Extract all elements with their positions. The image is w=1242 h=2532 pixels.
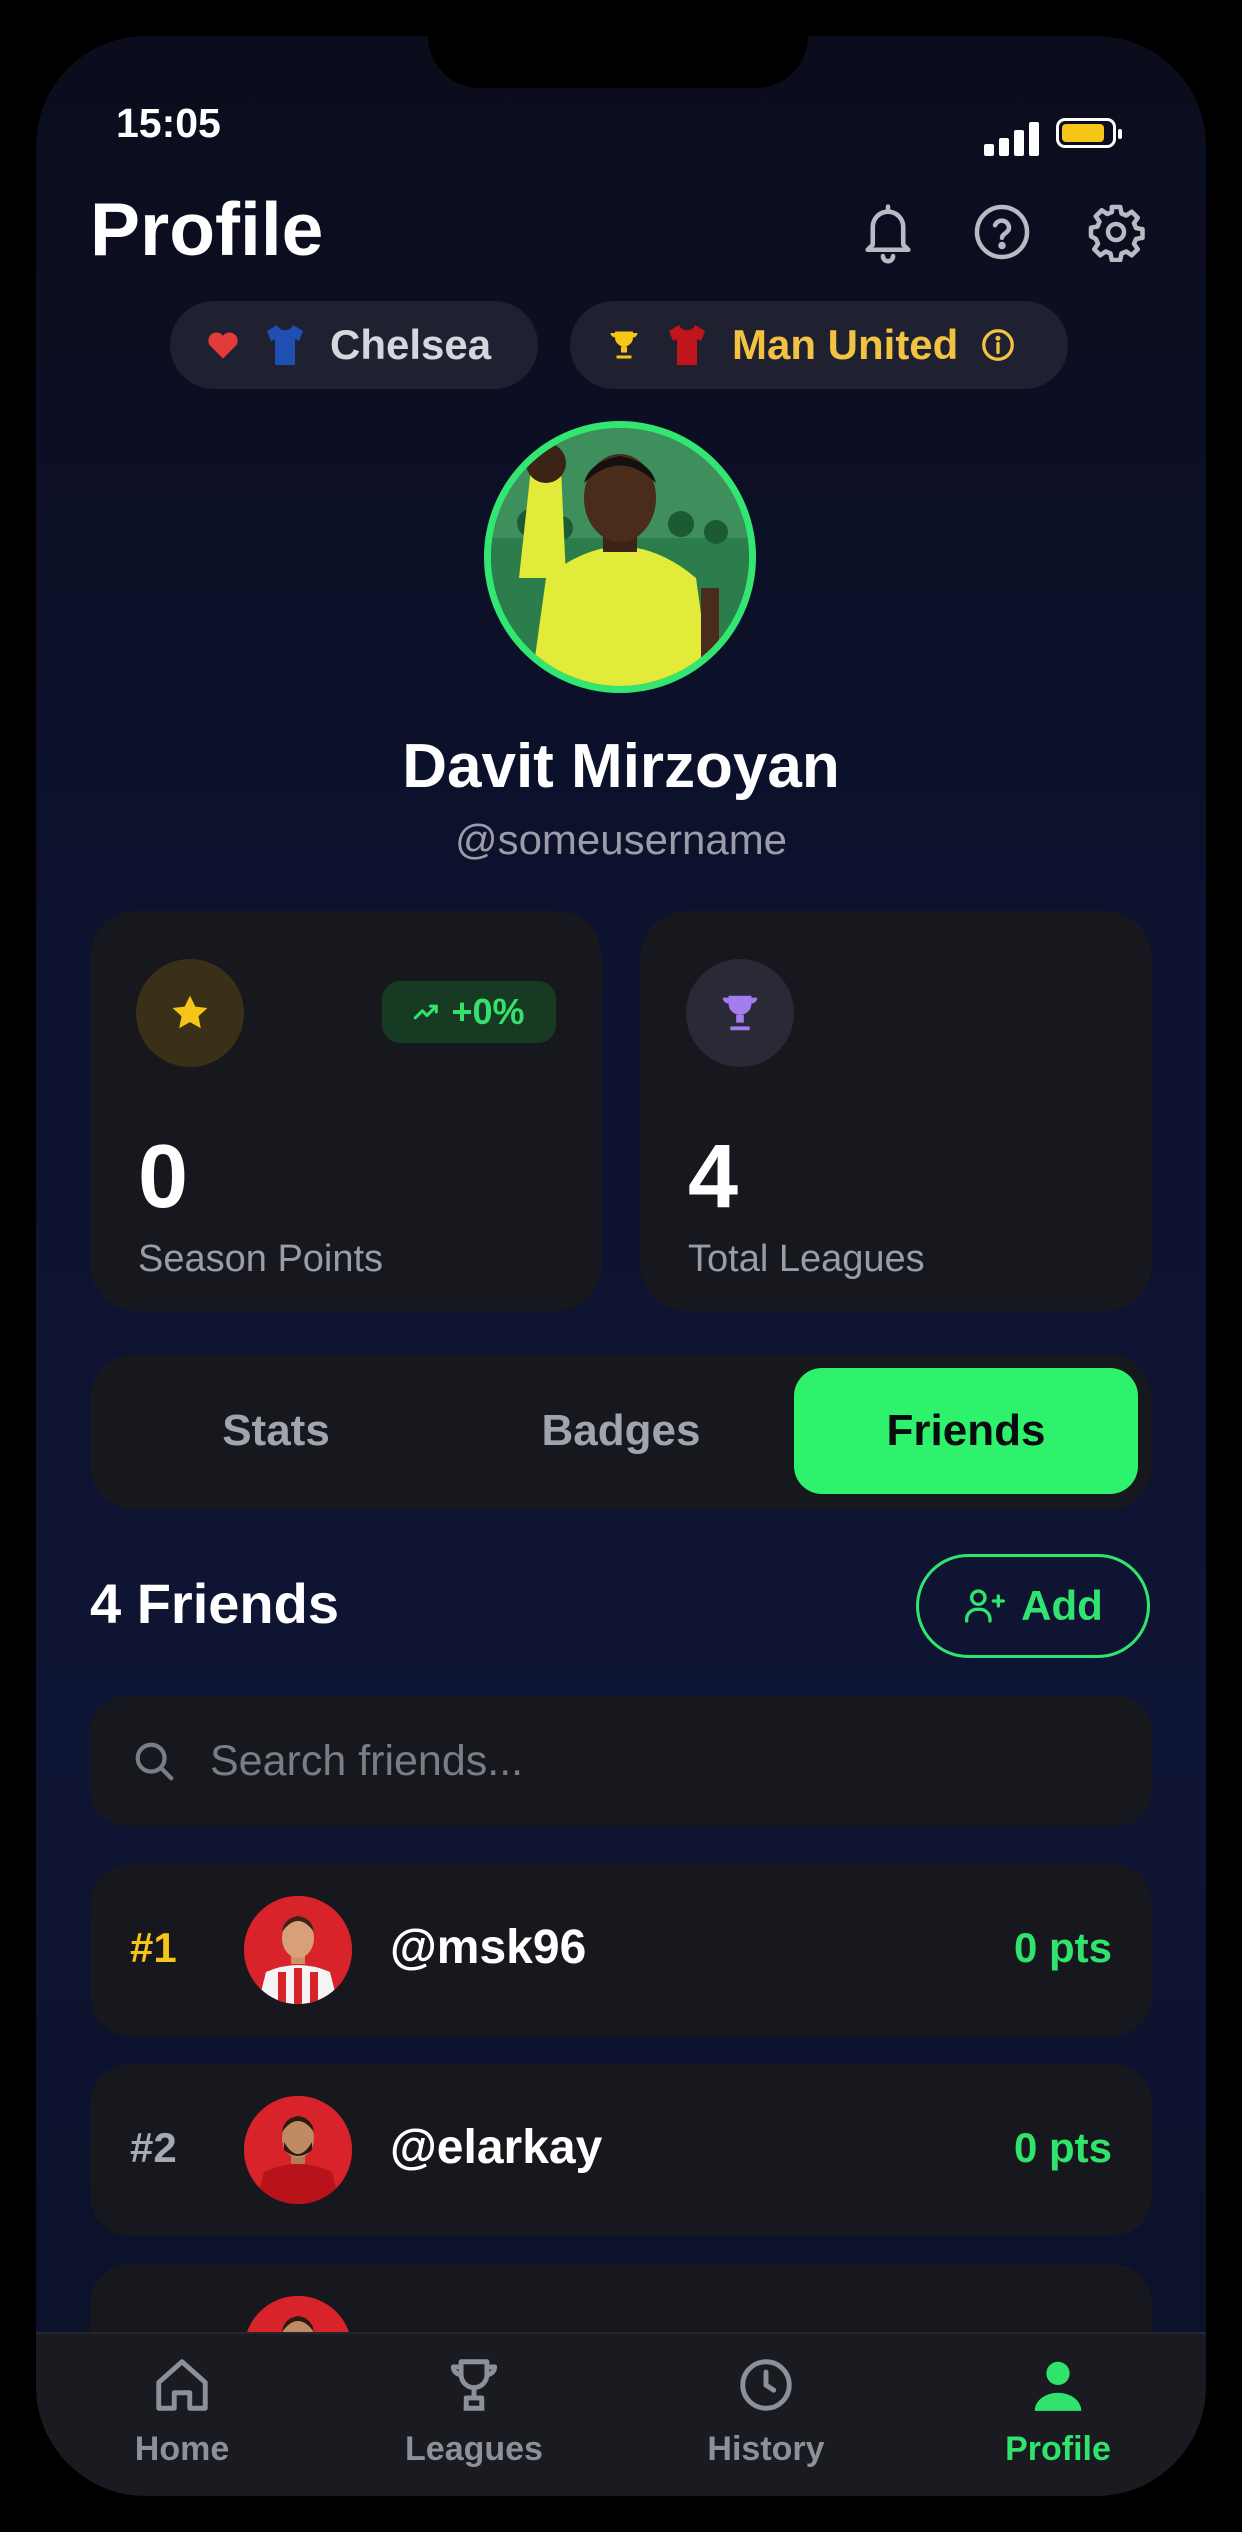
friend-avatar: [244, 1896, 352, 2004]
trend-value: +0%: [451, 991, 525, 1032]
jersey-icon: [260, 321, 310, 369]
profile-username: @someusername: [454, 816, 788, 863]
friend-rank: #2: [130, 2124, 177, 2171]
phone-screen: 15:05 Profile Chelsea Man United Davit M…: [36, 36, 1206, 2496]
info-icon[interactable]: [980, 327, 1016, 363]
help-icon[interactable]: [968, 198, 1036, 266]
trend-up-icon: [413, 1002, 441, 1022]
total-leagues-value: 4: [688, 1127, 739, 1227]
friend-row[interactable]: #2 @elarkay 0 pts: [90, 2064, 1152, 2236]
friend-rank: #1: [130, 1924, 177, 1971]
nav-leagues[interactable]: Leagues: [374, 2354, 574, 2469]
bell-icon[interactable]: [854, 198, 922, 266]
nav-history[interactable]: History: [666, 2354, 866, 2469]
tab-stats[interactable]: Stats: [104, 1368, 448, 1494]
user-icon: [1027, 2354, 1089, 2416]
tab-badges[interactable]: Badges: [449, 1368, 793, 1494]
bottom-navigation: Home Leagues History Profile: [36, 2332, 1206, 2496]
friend-points: 0 pts: [1013, 1924, 1112, 1971]
trophy-icon: [443, 2354, 505, 2416]
friend-handle: @msk96: [390, 1921, 587, 1974]
nav-label: Profile: [1005, 2430, 1111, 2468]
friend-points: 0 pts: [1013, 2124, 1112, 2171]
add-user-icon: [963, 1586, 1007, 1626]
total-leagues-card: 4 Total Leagues: [640, 911, 1152, 1311]
favorite-club-name: Chelsea: [330, 321, 492, 368]
nav-label: History: [707, 2430, 825, 2468]
trophy-icon: [606, 327, 642, 363]
favorite-club-pill[interactable]: Chelsea: [170, 301, 538, 389]
tab-friends[interactable]: Friends: [794, 1368, 1138, 1494]
nav-label: Home: [134, 2430, 230, 2468]
nav-label: Leagues: [405, 2430, 543, 2468]
page-title: Profile: [90, 187, 324, 271]
nav-profile[interactable]: Profile: [958, 2354, 1158, 2469]
status-time: 15:05: [116, 100, 221, 146]
add-friend-button[interactable]: Add: [916, 1554, 1150, 1658]
search-icon: [128, 1735, 180, 1787]
heart-icon: [206, 330, 240, 360]
friend-avatar: [244, 2096, 352, 2204]
trend-badge: +0%: [382, 981, 556, 1043]
star-icon: [136, 959, 244, 1067]
signal-icon: [984, 120, 1044, 156]
season-points-value: 0: [138, 1127, 189, 1227]
rival-club-name: Man United: [732, 321, 959, 368]
nav-home[interactable]: Home: [82, 2354, 282, 2469]
notch: [428, 36, 808, 88]
profile-avatar[interactable]: [484, 421, 756, 693]
friend-row[interactable]: #1 @msk96 0 pts: [90, 1864, 1152, 2036]
battery-icon: [1056, 118, 1122, 148]
friend-handle: @elarkay: [390, 2121, 603, 2174]
profile-name: Davit Mirzoyan: [402, 732, 840, 801]
total-leagues-label: Total Leagues: [688, 1238, 925, 1280]
friend-search-bar[interactable]: [90, 1696, 1152, 1826]
gear-icon[interactable]: [1082, 198, 1150, 266]
add-friend-label: Add: [1021, 1582, 1103, 1629]
rival-club-pill[interactable]: Man United: [570, 301, 1068, 389]
search-input[interactable]: [208, 1735, 1012, 1787]
season-points-card: +0% 0 Season Points: [90, 911, 602, 1311]
home-icon: [151, 2354, 213, 2416]
friends-count-title: 4 Friends: [90, 1572, 339, 1635]
profile-tabs: Stats Badges Friends: [90, 1354, 1152, 1510]
trophy-icon: [686, 959, 794, 1067]
clock-icon: [735, 2354, 797, 2416]
jersey-icon: [662, 321, 712, 369]
season-points-label: Season Points: [138, 1238, 384, 1280]
